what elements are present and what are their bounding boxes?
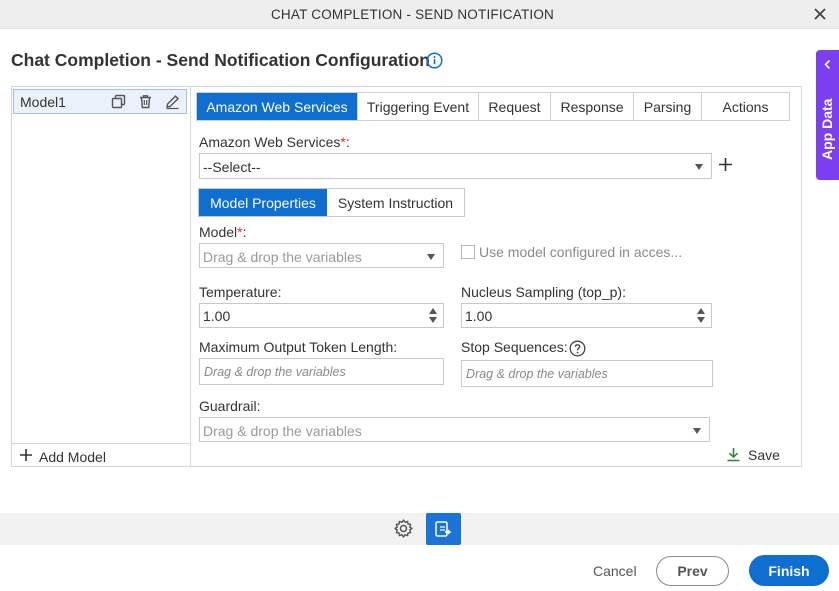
download-icon [727,448,740,462]
increment-arrow-icon[interactable] [429,308,437,314]
add-model-label: Add Model [39,449,106,465]
guardrail-select[interactable]: Drag & drop the variables [199,417,710,442]
add-model-button[interactable]: Add Model [11,443,191,467]
top-p-label: Nucleus Sampling (top_p): [461,284,626,300]
tab-model-properties[interactable]: Model Properties [199,189,327,216]
tab-amazon-web-services[interactable]: Amazon Web Services [197,93,358,120]
model-list-item[interactable]: Model1 [13,89,187,114]
window-title: CHAT COMPLETION - SEND NOTIFICATION [270,7,554,22]
max-tokens-placeholder: Drag & drop the variables [204,365,346,379]
temperature-value: 1.00 [203,308,231,324]
tab-request[interactable]: Request [479,93,551,120]
stop-sequences-input[interactable]: Drag & drop the variables [461,360,713,387]
tab-response[interactable]: Response [551,93,634,120]
variable-mapping-icon [435,521,452,537]
decrement-arrow-icon[interactable] [697,317,705,323]
chevron-left-icon [824,59,831,70]
close-icon[interactable] [811,5,829,23]
finish-button[interactable]: Finish [749,555,829,586]
aws-select[interactable]: --Select-- [199,153,712,179]
config-tabs: Amazon Web Services Triggering Event Req… [196,92,790,121]
use-model-checkbox[interactable] [461,245,475,259]
guardrail-placeholder: Drag & drop the variables [203,423,362,439]
title-bar: CHAT COMPLETION - SEND NOTIFICATION [0,0,839,29]
temperature-label: Temperature: [199,284,282,300]
tab-triggering-event[interactable]: Triggering Event [358,93,479,120]
app-data-label: App Data [819,98,835,160]
save-label: Save [748,447,780,463]
temperature-stepper[interactable]: 1.00 [199,303,444,328]
decrement-arrow-icon[interactable] [429,317,437,323]
app-data-panel-toggle[interactable]: App Data [816,50,839,180]
add-aws-connection-icon[interactable] [718,157,733,172]
stop-sequences-placeholder: Drag & drop the variables [466,367,608,381]
model-inner-tabs: Model Properties System Instruction [198,188,465,217]
stop-sequences-label: Stop Sequences: [461,339,568,355]
chevron-down-icon [695,164,703,170]
model-select[interactable]: Drag & drop the variables [199,243,444,268]
top-p-value: 1.00 [465,308,493,324]
guardrail-label: Guardrail: [199,398,261,414]
delete-icon[interactable] [137,93,154,110]
tab-actions[interactable]: Actions [702,93,789,120]
info-icon[interactable] [426,52,443,69]
copy-icon[interactable] [110,93,127,110]
page-title: Chat Completion - Send Notification Conf… [11,50,430,70]
chevron-down-icon [693,428,701,434]
model-select-placeholder: Drag & drop the variables [203,249,362,265]
save-button[interactable]: Save [725,446,785,464]
aws-label: Amazon Web Services*: [199,134,350,150]
tab-parsing[interactable]: Parsing [634,93,702,120]
chevron-down-icon [427,254,435,260]
help-icon[interactable] [569,340,586,357]
model-list-panel [11,86,191,467]
aws-select-value: --Select-- [203,159,261,175]
edit-icon[interactable] [164,93,181,110]
tab-system-instruction[interactable]: System Instruction [327,189,464,216]
prev-button[interactable]: Prev [656,556,729,586]
max-tokens-label: Maximum Output Token Length: [199,339,398,355]
use-model-label: Use model configured in acces... [479,244,683,260]
model-name: Model1 [20,94,66,110]
plus-icon [20,449,32,461]
cancel-button[interactable]: Cancel [593,563,637,579]
increment-arrow-icon[interactable] [697,308,705,314]
max-tokens-input[interactable]: Drag & drop the variables [199,358,444,385]
variable-picker-button[interactable] [426,513,461,545]
bottom-toolbar [0,513,839,545]
top-p-stepper[interactable]: 1.00 [461,303,712,328]
model-label: Model*: [199,224,247,240]
gear-icon[interactable] [393,518,414,539]
